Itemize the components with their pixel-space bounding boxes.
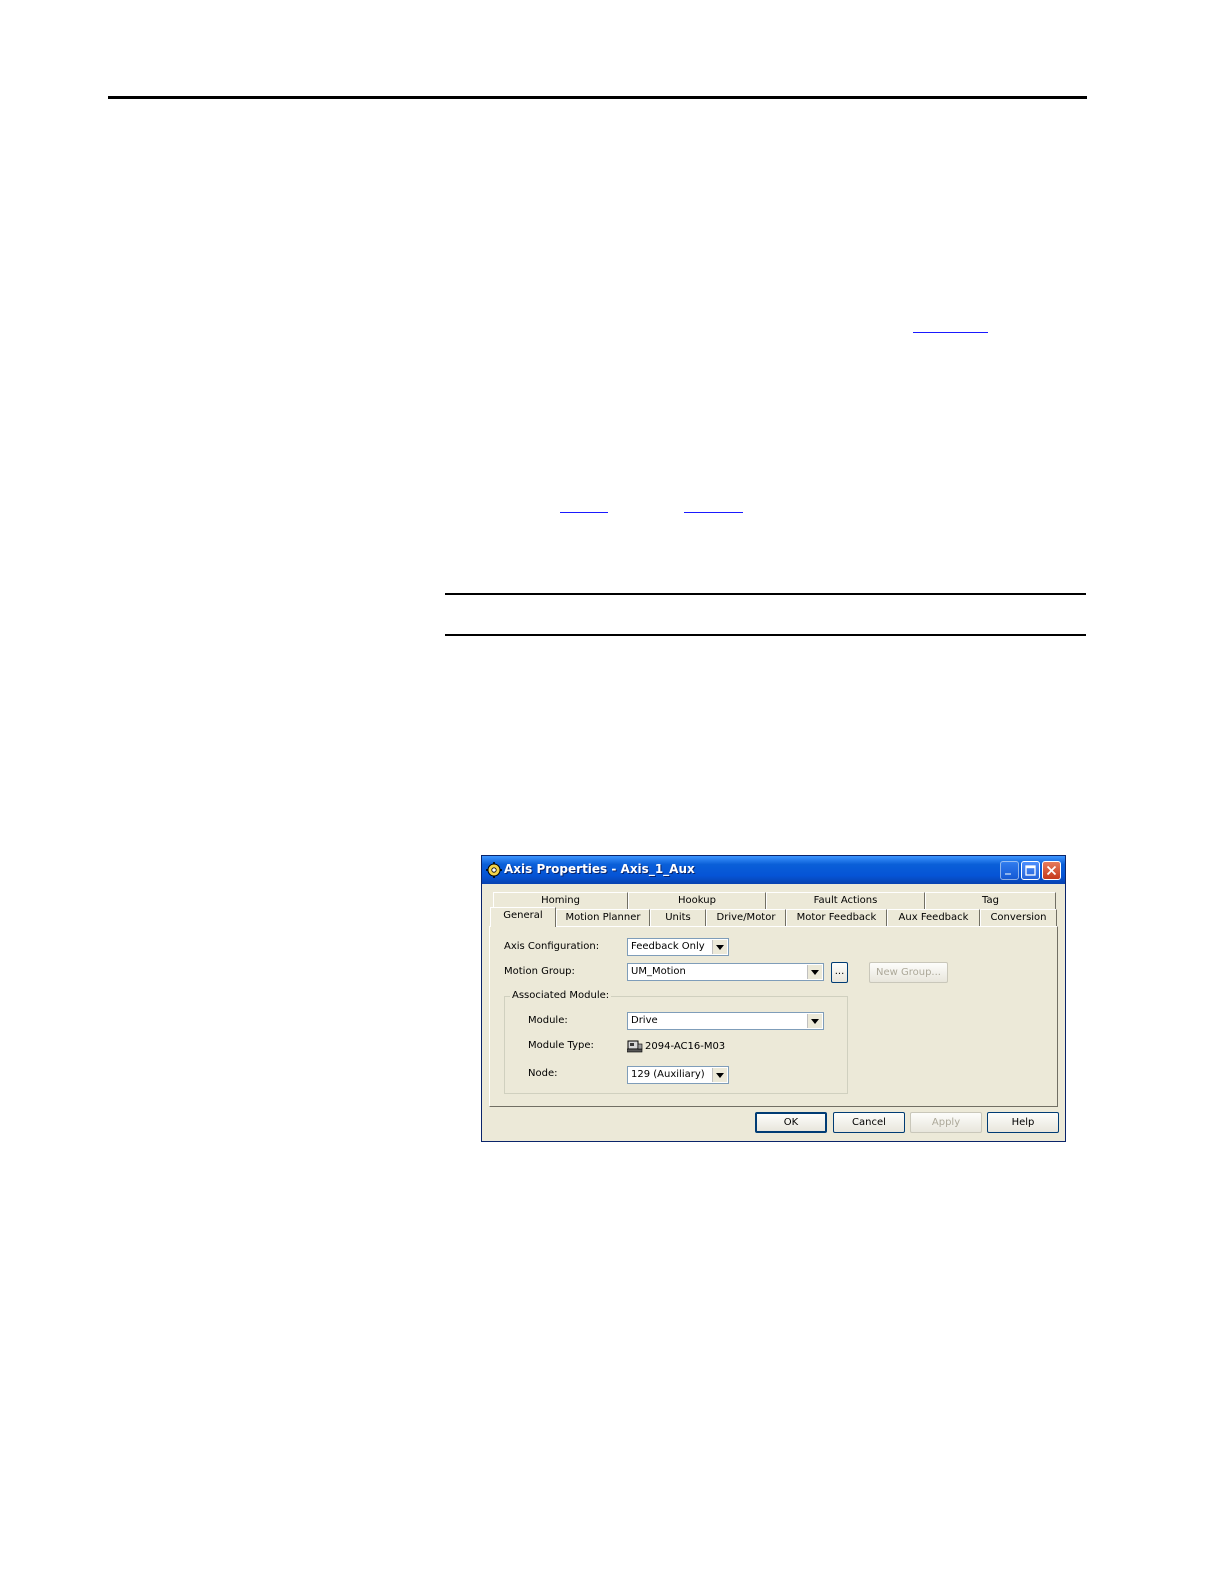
node-select[interactable]: 129 (Auxiliary) [627, 1066, 729, 1084]
module-type-label: Module Type: [528, 1040, 594, 1051]
dropdown-arrow-icon[interactable] [807, 1014, 822, 1028]
tab-general[interactable]: General [490, 907, 556, 927]
dialog-title: Axis Properties - Axis_1_Aux [504, 862, 695, 876]
callout-top-rule [445, 593, 1086, 595]
cancel-button[interactable]: Cancel [833, 1112, 905, 1133]
tab-units[interactable]: Units [650, 909, 706, 926]
motion-group-value: UM_Motion [631, 966, 686, 977]
minimize-icon [1005, 873, 1011, 875]
title-bar[interactable]: Axis Properties - Axis_1_Aux [482, 856, 1065, 884]
tab-aux-feedback[interactable]: Aux Feedback [887, 909, 980, 926]
maximize-button[interactable] [1021, 861, 1040, 880]
tab-conversion[interactable]: Conversion [980, 909, 1057, 926]
help-button[interactable]: Help [987, 1112, 1059, 1133]
dropdown-arrow-icon[interactable] [712, 940, 727, 954]
module-select[interactable]: Drive [627, 1012, 824, 1030]
module-label: Module: [528, 1015, 568, 1026]
motion-group-browse-button[interactable]: ... [831, 962, 848, 983]
minimize-button[interactable] [1000, 861, 1019, 880]
motion-group-select[interactable]: UM_Motion [627, 963, 824, 981]
cross-reference-link[interactable] [560, 512, 608, 513]
callout-bottom-rule [445, 634, 1086, 636]
new-group-button[interactable]: New Group... [869, 962, 948, 983]
associated-module-label: Associated Module: [510, 990, 612, 1001]
node-value: 129 (Auxiliary) [631, 1069, 705, 1080]
tab-motion-planner[interactable]: Motion Planner [556, 909, 650, 926]
tab-tag[interactable]: Tag [925, 892, 1056, 909]
tab-motor-feedback[interactable]: Motor Feedback [786, 909, 887, 926]
axis-configuration-label: Axis Configuration: [504, 941, 600, 952]
tab-hookup[interactable]: Hookup [628, 892, 766, 909]
module-hardware-icon [626, 1039, 643, 1056]
ok-button[interactable]: OK [755, 1112, 827, 1133]
dropdown-arrow-icon[interactable] [807, 965, 822, 979]
tab-fault-actions[interactable]: Fault Actions [766, 892, 925, 909]
axis-configuration-select[interactable]: Feedback Only [627, 938, 729, 956]
page-header-rule [108, 96, 1087, 99]
close-icon [1046, 865, 1057, 876]
module-type-value: 2094-AC16-M03 [645, 1041, 726, 1052]
motion-group-label: Motion Group: [504, 966, 575, 977]
axis-properties-dialog: Axis Properties - Axis_1_Aux Homing Hook… [481, 855, 1066, 1142]
axis-configuration-value: Feedback Only [631, 941, 705, 952]
axis-gear-icon [485, 861, 503, 879]
maximize-icon [1025, 865, 1036, 876]
cross-reference-link[interactable] [684, 512, 743, 513]
tab-drive-motor[interactable]: Drive/Motor [706, 909, 786, 926]
apply-button[interactable]: Apply [910, 1112, 982, 1133]
module-value: Drive [631, 1015, 658, 1026]
close-button[interactable] [1042, 861, 1061, 880]
dropdown-arrow-icon[interactable] [712, 1068, 727, 1082]
node-label: Node: [528, 1068, 558, 1079]
cross-reference-link[interactable] [913, 332, 988, 333]
